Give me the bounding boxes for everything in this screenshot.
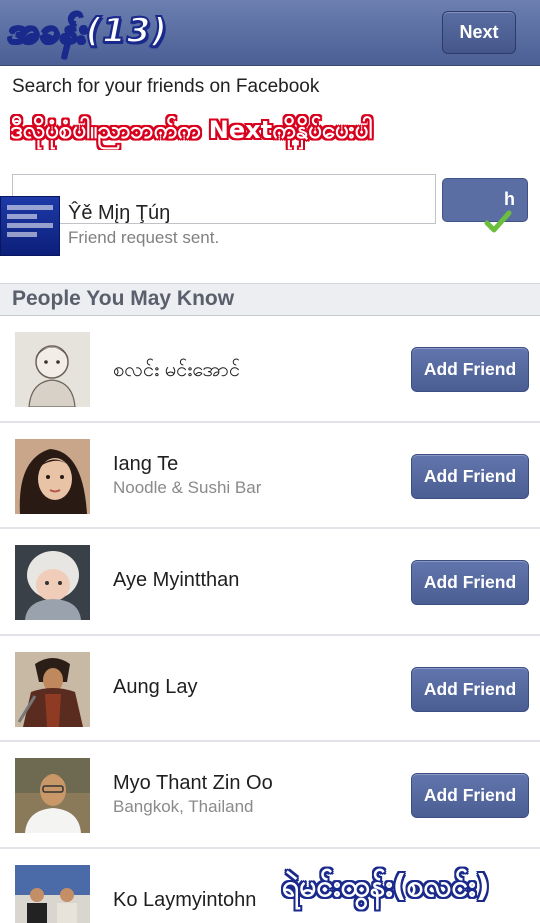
add-friend-button[interactable]: Add Friend <box>411 347 529 392</box>
list-item[interactable]: Aye Myintthan Add Friend <box>0 529 540 636</box>
next-button[interactable]: Next <box>442 11 516 54</box>
person-subtitle: Bangkok, Thailand <box>113 797 254 816</box>
overlay-instruction: ဒီလိုပုံစံပါ။ညာဘက်က Nextကိုနှိပ်ပေးပါ <box>10 116 373 144</box>
avatar <box>15 545 90 620</box>
avatar <box>15 438 90 514</box>
person-name: Ko Laymyintohn <box>113 888 257 911</box>
avatar <box>0 196 60 256</box>
add-friend-button[interactable]: Add Friend <box>411 560 529 605</box>
section-header: People You May Know <box>0 283 540 316</box>
overlay-title: အခန်း(13) <box>5 10 168 52</box>
list-item[interactable]: Iang Te Noodle & Sushi Bar Add Friend <box>0 422 540 529</box>
list-item[interactable]: စလင်း မင်းအောင် Add Friend <box>0 316 540 423</box>
person-name: Aung Lay <box>113 675 198 698</box>
person-name: Iang Te <box>113 452 179 475</box>
top-bar: အခန်း(13) Next <box>0 0 540 66</box>
person-name: စလင်း မင်းအောင် <box>113 359 241 381</box>
avatar <box>15 864 90 923</box>
list-item[interactable]: Myo Thant Zin Oo Bangkok, Thailand Add F… <box>0 742 540 849</box>
people-list: စလင်း မင်းအောင် Add Friend Iang Te Noodl… <box>0 316 540 923</box>
section-title: People You May Know <box>12 287 235 310</box>
person-name: Aye Myintthan <box>113 569 240 591</box>
avatar <box>15 758 90 833</box>
avatar <box>15 651 90 727</box>
person-name: Myo Thant Zin Oo <box>113 772 273 794</box>
add-friend-button[interactable]: Add Friend <box>411 453 529 499</box>
checkmark-icon <box>484 210 512 233</box>
add-friend-button[interactable]: Add Friend <box>411 666 529 712</box>
request-sent-row[interactable]: Ŷě Mįŋ Ţúŋ Friend request sent. <box>0 190 540 282</box>
person-subtitle: Noodle & Sushi Bar <box>113 477 262 497</box>
overlay-credit: ရဲမင်းထွန်း(စလင်း) <box>282 869 490 904</box>
avatar <box>15 332 90 407</box>
request-sent-status: Friend request sent. <box>68 228 220 247</box>
list-item[interactable]: Aung Lay Add Friend <box>0 635 540 742</box>
add-friend-button[interactable]: Add Friend <box>411 773 529 818</box>
search-label: Search for your friends on Facebook <box>12 76 320 97</box>
request-sent-name: Ŷě Mįŋ Ţúŋ <box>68 202 171 224</box>
